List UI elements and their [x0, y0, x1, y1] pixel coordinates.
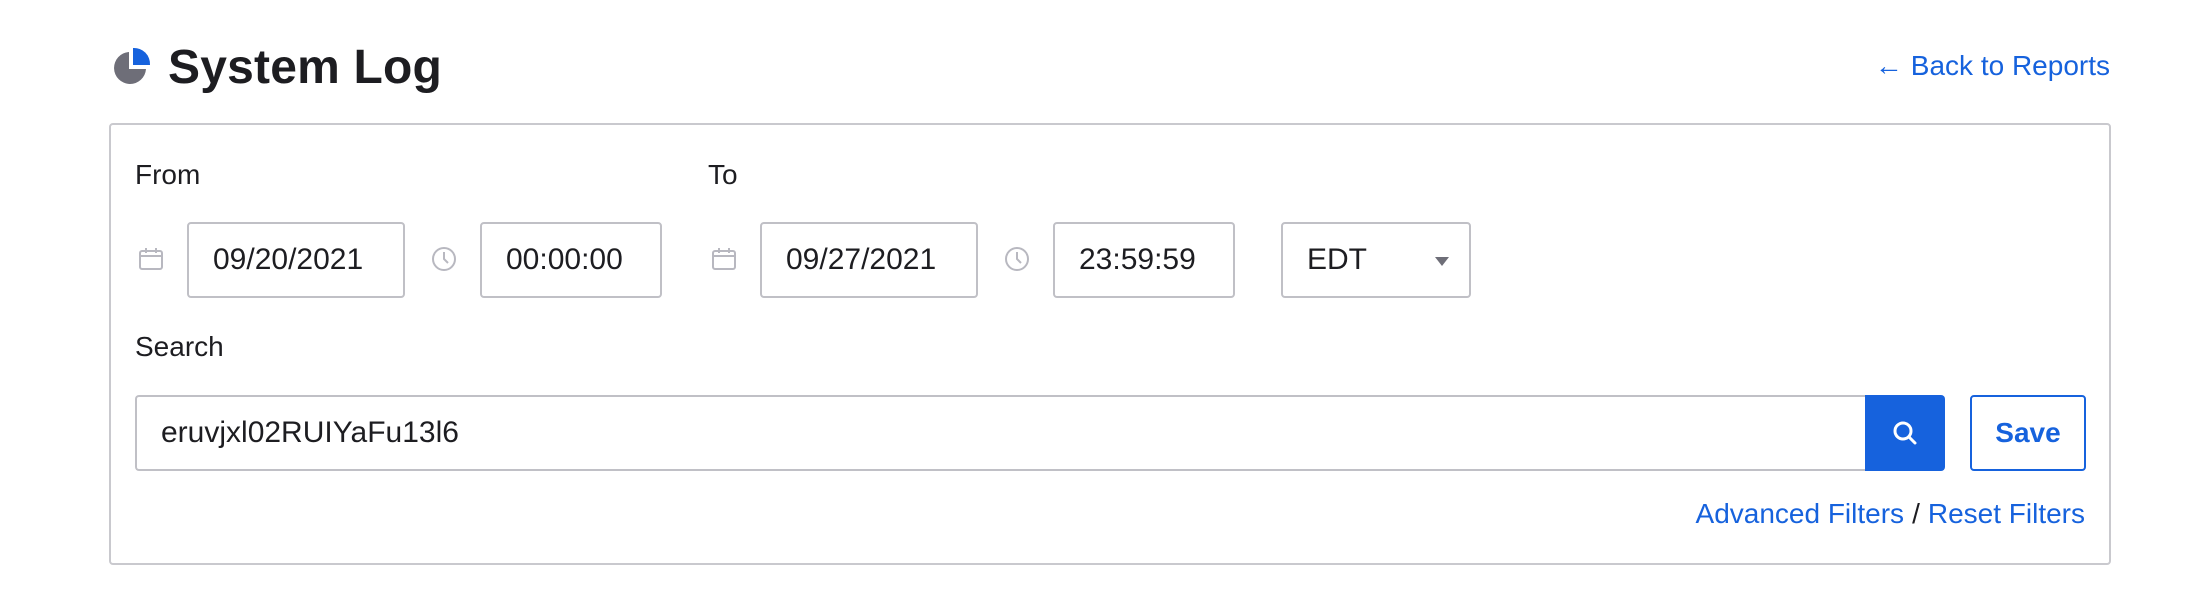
caret-down-icon: [1435, 257, 1449, 266]
to-date-input[interactable]: 09/27/2021: [760, 222, 978, 298]
clock-icon: [432, 247, 456, 271]
from-label: From: [135, 159, 201, 190]
from-time-input[interactable]: 00:00:00: [480, 222, 662, 298]
search-button[interactable]: [1865, 395, 1945, 471]
filter-links: Advanced Filters / Reset Filters: [1696, 498, 2085, 530]
calendar-icon: [712, 248, 736, 270]
to-time-input[interactable]: 23:59:59: [1053, 222, 1235, 298]
page-header: System Log ← Back to Reports: [110, 32, 2110, 102]
reset-filters-link[interactable]: Reset Filters: [1928, 498, 2085, 530]
back-link-label: Back to Reports: [1910, 50, 2110, 81]
arrow-left-icon: ←: [1874, 50, 1903, 81]
to-label: To: [708, 159, 738, 190]
calendar-icon: [139, 248, 163, 270]
search-icon: [1893, 421, 1917, 445]
from-date-input[interactable]: 09/20/2021: [187, 222, 405, 298]
page-title: System Log: [168, 40, 443, 94]
filter-panel: From To 09/20/2021 00:00:00 09/27/2021 2…: [109, 123, 2111, 565]
search-input[interactable]: eruvjxl02RUIYaFu13l6: [135, 395, 1865, 471]
back-to-reports-link[interactable]: ← Back to Reports: [1875, 50, 2110, 82]
advanced-filters-link[interactable]: Advanced Filters: [1696, 498, 1905, 530]
timezone-value: EDT: [1307, 243, 1367, 276]
pie-chart-icon: [114, 47, 151, 84]
title-wrap: System Log: [110, 32, 442, 102]
search-label: Search: [135, 331, 224, 362]
timezone-select[interactable]: EDT: [1281, 222, 1471, 298]
filter-links-separator: /: [1912, 498, 1920, 529]
save-button[interactable]: Save: [1970, 395, 2086, 471]
clock-icon: [1005, 247, 1029, 271]
